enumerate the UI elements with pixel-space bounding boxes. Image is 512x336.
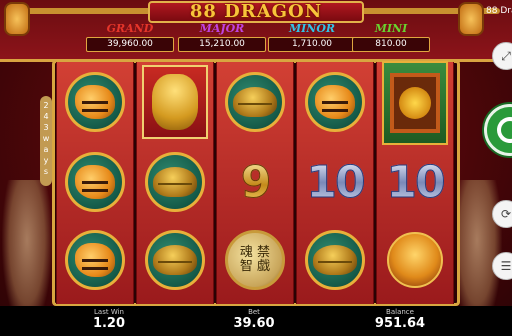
- gong-symbol: [380, 58, 450, 148]
- tiger-symbol: [60, 222, 130, 298]
- jackpot-value: 15,210.00: [178, 37, 266, 52]
- jackpot-mini: MINI 810.00: [352, 22, 430, 52]
- jackpot-major: MAJOR 15,210.00: [178, 22, 266, 52]
- ten-label: 10: [386, 156, 446, 208]
- ten-label: 10: [306, 156, 366, 208]
- jackpot-label: GRAND: [106, 22, 154, 35]
- spin-icon: [497, 117, 512, 143]
- nine-symbol: 9: [220, 144, 290, 220]
- tiger-symbol: [60, 64, 130, 140]
- nine-label: 9: [240, 156, 272, 208]
- bet-label: Bet: [248, 308, 260, 316]
- balance-label: Balance: [386, 308, 414, 316]
- last-win-label: Last Win: [94, 308, 124, 316]
- turtle-symbol: [300, 222, 370, 298]
- ten-symbol: 10: [380, 144, 450, 220]
- game-title: 88 DRAGON: [189, 1, 323, 22]
- jackpot-grand: GRAND 39,960.00: [86, 22, 174, 52]
- ways-char: w: [42, 134, 50, 143]
- ten-symbol: 10: [300, 144, 370, 220]
- tiger-symbol: [300, 64, 370, 140]
- jackpot-value: 39,960.00: [86, 37, 174, 52]
- ways-char: 4: [43, 112, 49, 121]
- jackpot-value: 810.00: [352, 37, 430, 52]
- turtle-symbol: [140, 222, 210, 298]
- last-win-display: Last Win 1.20: [84, 308, 134, 331]
- jackpot-label: MINOR: [288, 22, 336, 35]
- tiger-symbol: [60, 144, 130, 220]
- phoenix-symbol: [380, 222, 450, 298]
- spin-button[interactable]: [484, 104, 512, 156]
- ways-char: 3: [43, 123, 49, 132]
- golden-dragon-symbol: [140, 64, 210, 140]
- bet-display[interactable]: Bet 39.60: [224, 308, 284, 331]
- jackpot-label: MAJOR: [199, 22, 245, 35]
- game-name-label: 88 Drago: [486, 6, 512, 16]
- ways-char: a: [43, 145, 49, 154]
- jackpot-value: 1,710.00: [268, 37, 356, 52]
- autoplay-icon[interactable]: ⟳: [492, 200, 512, 228]
- lantern-icon: [458, 2, 484, 36]
- chinese-coin-symbol: 魂 禁 智 戯: [220, 222, 290, 298]
- lantern-icon: [4, 2, 30, 36]
- ways-indicator: 2 4 3 w a y s: [40, 96, 52, 186]
- balance-value: 951.64: [374, 316, 426, 331]
- expand-icon[interactable]: ⤢: [492, 42, 512, 70]
- turtle-symbol: [140, 144, 210, 220]
- bet-value: 39.60: [233, 316, 275, 331]
- ways-char: y: [43, 156, 49, 165]
- game-stage: 88 DRAGON GRAND 39,960.00 MAJOR 15,210.0…: [0, 0, 512, 336]
- ways-char: 2: [43, 101, 49, 110]
- turtle-symbol: [220, 64, 290, 140]
- coin-glyphs: 魂 禁 智 戯: [239, 245, 271, 274]
- balance-display: Balance 951.64: [368, 308, 432, 331]
- jackpot-label: MINI: [374, 22, 408, 35]
- menu-icon[interactable]: ☰: [492, 252, 512, 280]
- last-win-value: 1.20: [92, 316, 126, 331]
- ways-char: s: [43, 167, 49, 176]
- jackpot-minor: MINOR 1,710.00: [268, 22, 356, 52]
